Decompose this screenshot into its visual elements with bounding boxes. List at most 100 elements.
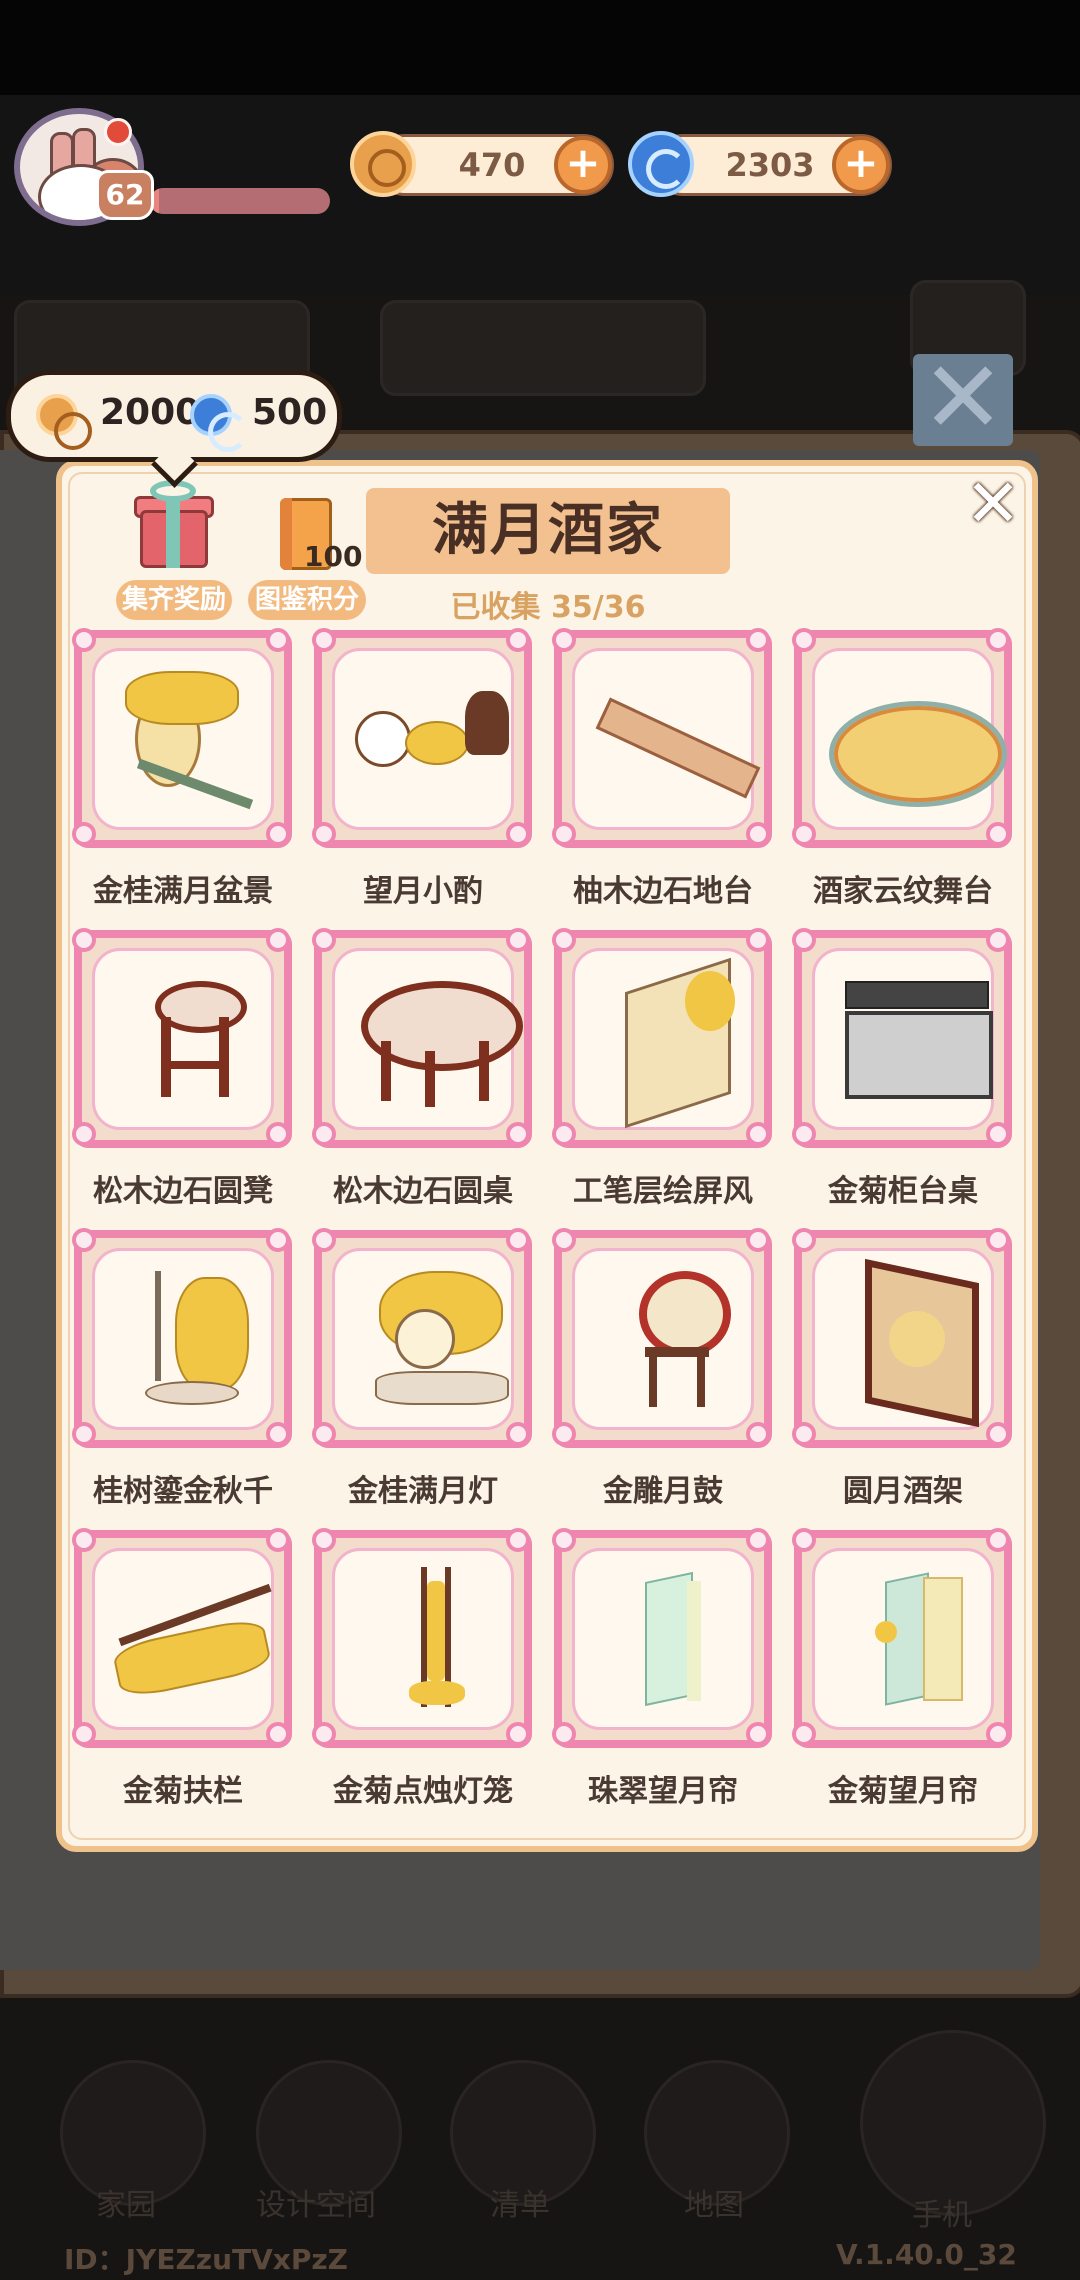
item-name: 金桂满月灯: [348, 1474, 498, 1509]
card-frame: [812, 648, 1007, 830]
coin-amount: 470: [458, 146, 526, 184]
tooltip-coin-reward: 2000: [100, 392, 201, 433]
card-corner-ornament: [312, 1722, 336, 1746]
card-frame: [92, 948, 274, 1130]
collection-item-card[interactable]: [312, 1528, 532, 1748]
card-corner-ornament: [986, 1422, 1010, 1446]
card-corner-ornament: [266, 1528, 290, 1552]
chrysanthemum-railing-icon: [95, 1551, 293, 1749]
card-corner-ornament: [506, 628, 530, 652]
card-frame: [812, 948, 994, 1130]
card-corner-ornament: [312, 1122, 336, 1146]
xp-bar: [150, 188, 330, 214]
painted-screen-icon: [575, 951, 773, 1149]
chrysanthemum-counter-icon: [815, 951, 1013, 1149]
card-frame: [572, 948, 754, 1130]
card-corner-ornament: [506, 928, 530, 952]
card-frame: [92, 1248, 274, 1430]
collection-item-card[interactable]: [72, 928, 292, 1148]
close-icon[interactable]: ✕: [964, 471, 1022, 537]
collection-item-card[interactable]: [312, 1228, 532, 1448]
collect-reward-label[interactable]: 集齐奖励: [116, 580, 232, 620]
background-close-icon: ✕: [913, 348, 1013, 448]
card-corner-ornament: [746, 1228, 770, 1252]
card-corner-ornament: [72, 1122, 96, 1146]
item-name: 金菊扶栏: [123, 1774, 243, 1809]
collection-item-card[interactable]: [792, 928, 1012, 1148]
user-id: ID：JYEZzuTVxPzZ: [64, 2243, 348, 2276]
card-corner-ornament: [552, 1722, 576, 1746]
moon-drum-icon: [575, 1251, 773, 1449]
collection-title: 满月酒家: [432, 498, 664, 563]
card-corner-ornament: [506, 822, 530, 846]
collection-item-card[interactable]: [72, 628, 292, 848]
teak-platform-icon: [575, 651, 773, 849]
add-coins-button[interactable]: +: [554, 136, 612, 194]
card-corner-ornament: [72, 1528, 96, 1552]
collection-item-card[interactable]: [792, 1528, 1013, 1749]
card-corner-ornament: [266, 1722, 290, 1746]
card-corner-ornament: [552, 1122, 576, 1146]
collection-item-card[interactable]: [792, 628, 1012, 848]
card-corner-ornament: [986, 1528, 1010, 1552]
coin-icon: [350, 131, 416, 197]
card-corner-ornament: [792, 822, 816, 846]
card-corner-ornament: [792, 1122, 816, 1146]
card-corner-ornament: [72, 1722, 96, 1746]
collection-item-card[interactable]: [72, 1528, 293, 1749]
status-bar: [0, 0, 1080, 95]
card-corner-ornament: [506, 1228, 530, 1252]
collection-item-card[interactable]: [552, 628, 773, 849]
card-frame: [332, 948, 523, 1130]
card-corner-ornament: [312, 628, 336, 652]
card-corner-ornament: [72, 628, 96, 652]
score-label[interactable]: 图鉴积分: [248, 580, 366, 620]
swirl-gem-icon: [190, 394, 248, 452]
card-corner-ornament: [266, 822, 290, 846]
card-frame: [332, 1248, 514, 1430]
cloud-stage-icon: [815, 651, 1013, 849]
card-corner-ornament: [312, 1422, 336, 1446]
card-corner-ornament: [312, 822, 336, 846]
book-spine: [280, 498, 292, 570]
add-gems-button[interactable]: +: [832, 136, 890, 194]
card-frame: [332, 1548, 514, 1730]
card-corner-ornament: [986, 628, 1010, 652]
card-corner-ornament: [266, 1422, 290, 1446]
nav-label-phone: 手机: [912, 2198, 972, 2233]
collection-item-card[interactable]: [792, 1228, 1012, 1448]
chrysanthemum-curtain-icon: [815, 1551, 1013, 1749]
card-corner-ornament: [506, 1122, 530, 1146]
card-corner-ornament: [986, 928, 1010, 952]
card-corner-ornament: [986, 1228, 1010, 1252]
nav-label-list: 清单: [490, 2188, 550, 2223]
background-card: [380, 300, 706, 396]
collection-item-card[interactable]: [312, 628, 532, 848]
card-corner-ornament: [312, 928, 336, 952]
card-corner-ornament: [312, 1228, 336, 1252]
score-value: 100: [304, 540, 363, 573]
card-corner-ornament: [552, 628, 576, 652]
version-label: V.1.40.0_32: [836, 2238, 1017, 2271]
collection-item-card[interactable]: [552, 1528, 772, 1748]
card-frame: [572, 1548, 754, 1730]
collection-item-card[interactable]: [552, 1228, 772, 1448]
card-corner-ornament: [506, 1422, 530, 1446]
item-name: 松木边石圆桌: [333, 1174, 513, 1209]
card-corner-ornament: [72, 1422, 96, 1446]
round-stool-icon: [95, 951, 293, 1149]
card-corner-ornament: [266, 1122, 290, 1146]
collection-item-card[interactable]: [72, 1228, 292, 1448]
nav-phone[interactable]: [860, 2030, 1046, 2216]
card-frame: [572, 1248, 754, 1430]
card-frame: [812, 1248, 994, 1430]
jade-curtain-icon: [575, 1551, 773, 1749]
item-name: 酒家云纹舞台: [813, 874, 993, 909]
card-corner-ornament: [72, 928, 96, 952]
card-corner-ornament: [552, 1528, 576, 1552]
item-name: 工笔层绘屏风: [573, 1174, 753, 1209]
collection-item-card[interactable]: [312, 928, 532, 1148]
card-corner-ornament: [746, 1122, 770, 1146]
collection-item-card[interactable]: [552, 928, 772, 1148]
card-corner-ornament: [792, 928, 816, 952]
